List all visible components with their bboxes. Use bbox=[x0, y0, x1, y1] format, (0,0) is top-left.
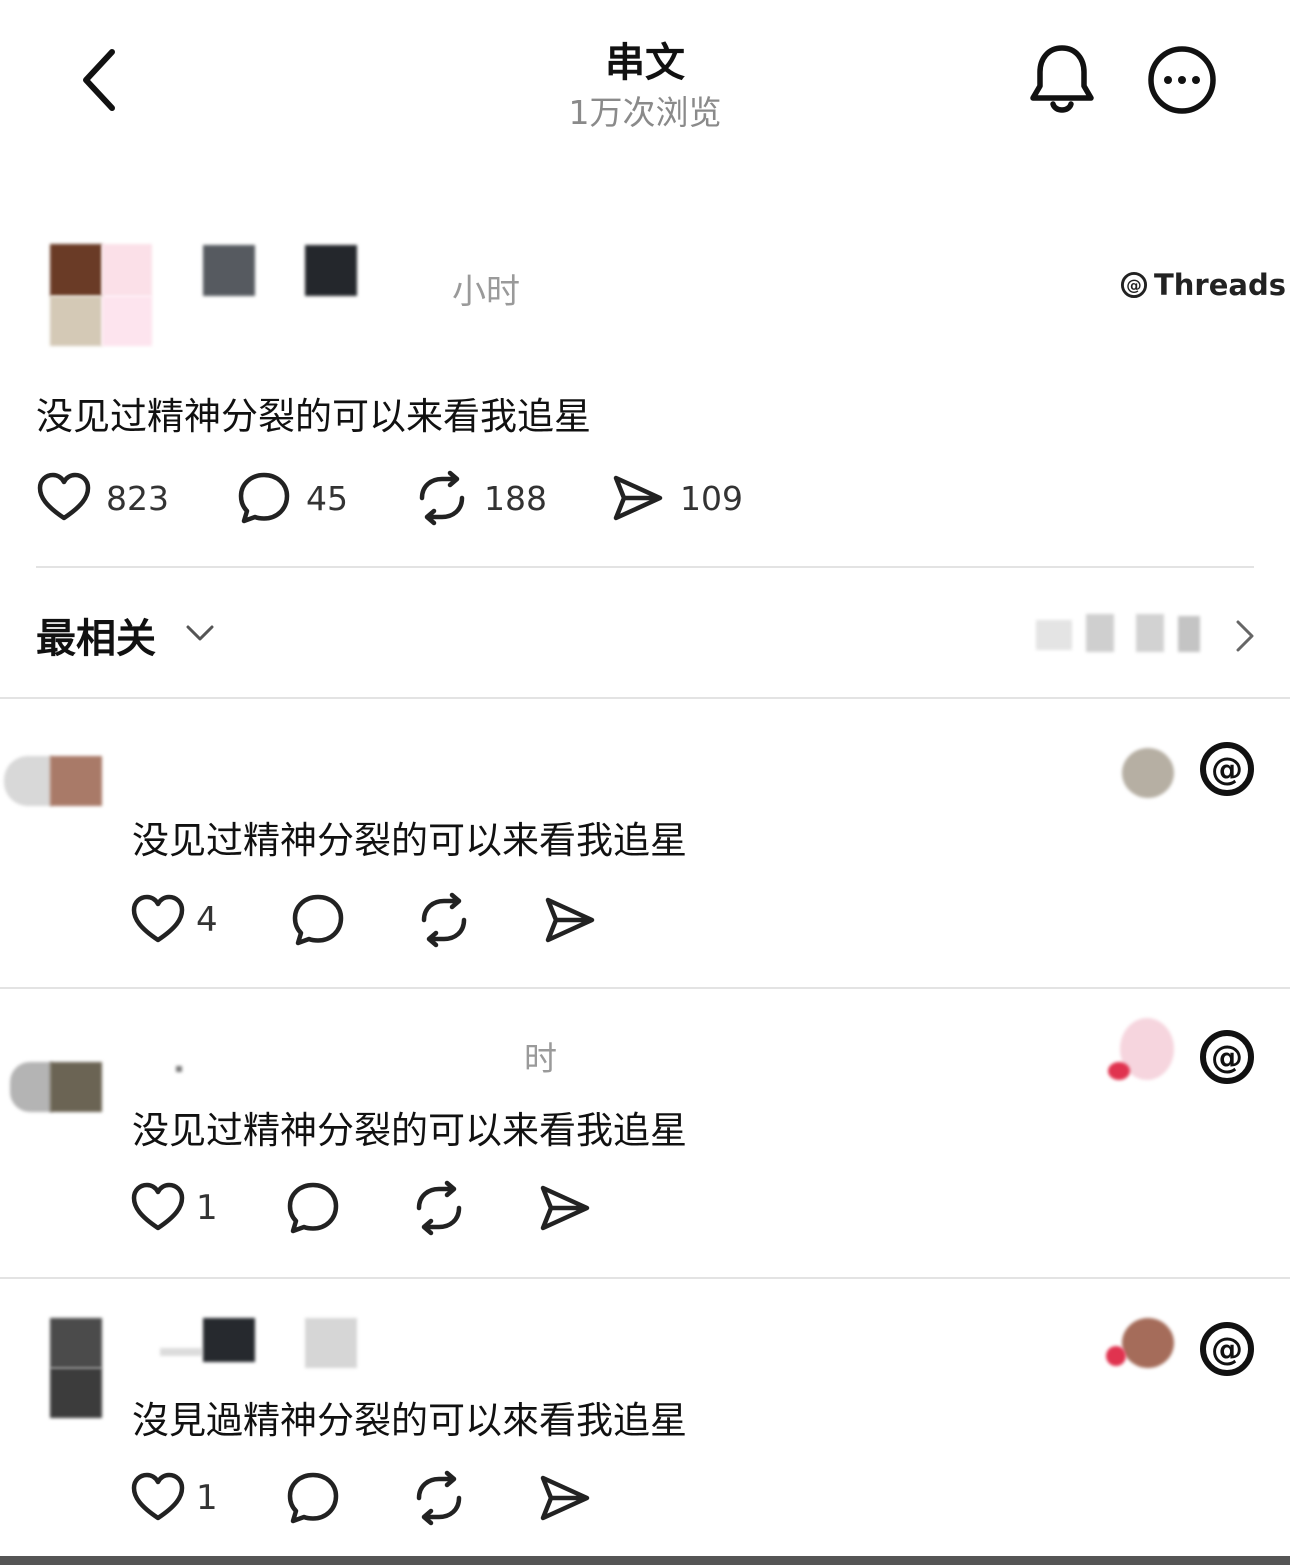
heart-icon bbox=[130, 1180, 186, 1236]
reply-media-thumbnail[interactable] bbox=[1122, 748, 1174, 798]
send-icon bbox=[537, 1470, 593, 1526]
bottom-edge-bar bbox=[0, 1556, 1290, 1565]
repost-button[interactable]: 188 bbox=[414, 470, 547, 526]
reply-comment-button[interactable] bbox=[285, 1470, 341, 1526]
chevron-right-icon[interactable] bbox=[1230, 618, 1260, 654]
section-divider bbox=[0, 697, 1290, 699]
reply-repost-button[interactable] bbox=[416, 892, 472, 948]
reply-repost-button[interactable] bbox=[411, 1180, 467, 1236]
reply-divider bbox=[0, 987, 1290, 989]
reply-share-button[interactable] bbox=[542, 892, 598, 948]
send-icon bbox=[610, 470, 666, 526]
heart-icon bbox=[130, 1470, 186, 1526]
more-horizontal-icon bbox=[1148, 46, 1216, 114]
repost-icon bbox=[414, 470, 470, 526]
comment-icon bbox=[285, 1470, 341, 1526]
share-count: 109 bbox=[680, 478, 743, 518]
reply-like-count: 1 bbox=[196, 1478, 218, 1518]
reply-comment-button[interactable] bbox=[290, 892, 346, 948]
reply-divider bbox=[0, 1277, 1290, 1279]
comment-button[interactable]: 45 bbox=[236, 470, 348, 526]
reply-text: 沒見過精神分裂的可以來看我追星 bbox=[132, 1399, 687, 1442]
reply-text: 没见过精神分裂的可以来看我追星 bbox=[132, 819, 687, 862]
reply-timestamp: 时 bbox=[524, 1039, 557, 1078]
threads-logo-icon[interactable]: @ bbox=[1198, 1028, 1256, 1086]
svg-text:@: @ bbox=[1211, 750, 1243, 788]
threads-badge[interactable]: @ Threads bbox=[1120, 268, 1286, 302]
like-count: 823 bbox=[106, 478, 169, 518]
notifications-button[interactable] bbox=[1028, 42, 1096, 118]
repost-count: 188 bbox=[484, 478, 547, 518]
threads-logo-icon[interactable]: @ bbox=[1198, 1320, 1256, 1378]
repost-icon bbox=[411, 1470, 467, 1526]
svg-text:@: @ bbox=[1211, 1330, 1243, 1368]
reply-text: 没见过精神分裂的可以来看我追星 bbox=[132, 1109, 687, 1152]
sort-dropdown[interactable]: 最相关 bbox=[36, 606, 156, 664]
post-text: 没见过精神分裂的可以来看我追星 bbox=[36, 395, 591, 438]
threads-logo-icon: @ bbox=[1120, 269, 1148, 301]
svg-text:@: @ bbox=[1126, 276, 1141, 294]
comment-count: 45 bbox=[306, 478, 348, 518]
heart-icon bbox=[36, 470, 92, 526]
send-icon bbox=[542, 892, 598, 948]
like-button[interactable]: 823 bbox=[36, 470, 169, 526]
comment-icon bbox=[285, 1180, 341, 1236]
reply-repost-button[interactable] bbox=[411, 1470, 467, 1526]
reply-share-button[interactable] bbox=[537, 1180, 593, 1236]
reply-like-count: 4 bbox=[196, 900, 218, 940]
reply-like-button[interactable]: 1 bbox=[130, 1470, 218, 1526]
svg-text:@: @ bbox=[1211, 1038, 1243, 1076]
reply-username-redacted[interactable] bbox=[176, 1066, 182, 1072]
repost-icon bbox=[411, 1180, 467, 1236]
reply-share-button[interactable] bbox=[537, 1470, 593, 1526]
page-title: 串文 bbox=[605, 40, 685, 86]
reply-like-count: 1 bbox=[196, 1188, 218, 1228]
share-button[interactable]: 109 bbox=[610, 470, 743, 526]
more-options-button[interactable] bbox=[1146, 44, 1218, 116]
reply-like-button[interactable]: 4 bbox=[130, 892, 218, 948]
chevron-down-icon[interactable] bbox=[182, 618, 218, 648]
bell-icon bbox=[1030, 45, 1094, 113]
comment-icon bbox=[290, 892, 346, 948]
reply-comment-button[interactable] bbox=[285, 1180, 341, 1236]
send-icon bbox=[537, 1180, 593, 1236]
heart-icon bbox=[130, 892, 186, 948]
reply-like-button[interactable]: 1 bbox=[130, 1180, 218, 1236]
view-count: 1万次浏览 bbox=[568, 93, 722, 132]
post-divider bbox=[36, 566, 1254, 568]
comment-icon bbox=[236, 470, 292, 526]
repost-icon bbox=[416, 892, 472, 948]
threads-logo-icon[interactable]: @ bbox=[1198, 740, 1256, 798]
threads-badge-label: Threads bbox=[1154, 268, 1286, 302]
post-timestamp: 小时 bbox=[452, 272, 520, 312]
